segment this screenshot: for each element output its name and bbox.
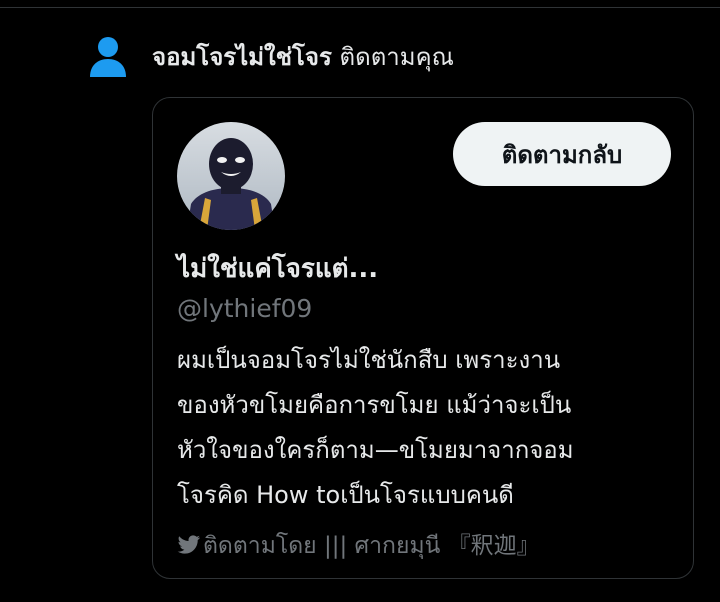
notification-action: ติดตามคุณ [339, 43, 454, 71]
avatar-image [177, 122, 285, 230]
user-card[interactable]: ติดตามกลับ ไม่ใช่แค่โจรแต่... @lythief09… [152, 97, 694, 579]
avatar[interactable] [177, 122, 285, 230]
user-handle[interactable]: @lythief09 [177, 294, 312, 323]
bio-line: หัวใจของใครก็ตาม—ขโมยมาจากจอม [177, 436, 574, 464]
followed-by-text: ติดตามโดย ||| ศากยมุนี 『釈迦』 [203, 533, 540, 559]
bio-line: ของหัวขโมยคือการขโมย แม้ว่าจะเป็น [177, 391, 572, 419]
display-name[interactable]: ไม่ใช่แค่โจรแต่... [177, 248, 378, 289]
bird-icon [177, 535, 200, 554]
notification-text: จอมโจรไม่ใช่โจร ติดตามคุณ [152, 42, 454, 72]
bio-line: โจรคิด How toเป็นโจรแบบคนดี [177, 481, 514, 509]
follow-back-button[interactable]: ติดตามกลับ [453, 122, 671, 186]
follow-notification[interactable]: จอมโจรไม่ใช่โจร ติดตามคุณ [88, 32, 454, 82]
follower-name[interactable]: จอมโจรไม่ใช่โจร [152, 43, 332, 71]
top-divider [0, 7, 720, 8]
bio-line: ผมเป็นจอมโจรไม่ใช่นักสืบ เพราะงาน [177, 346, 561, 374]
user-bio: ผมเป็นจอมโจรไม่ใช่นักสืบ เพราะงาน ของหัว… [177, 338, 667, 518]
person-icon [90, 37, 126, 77]
followed-by[interactable]: ติดตามโดย ||| ศากยมุนี 『釈迦』 [177, 526, 540, 564]
